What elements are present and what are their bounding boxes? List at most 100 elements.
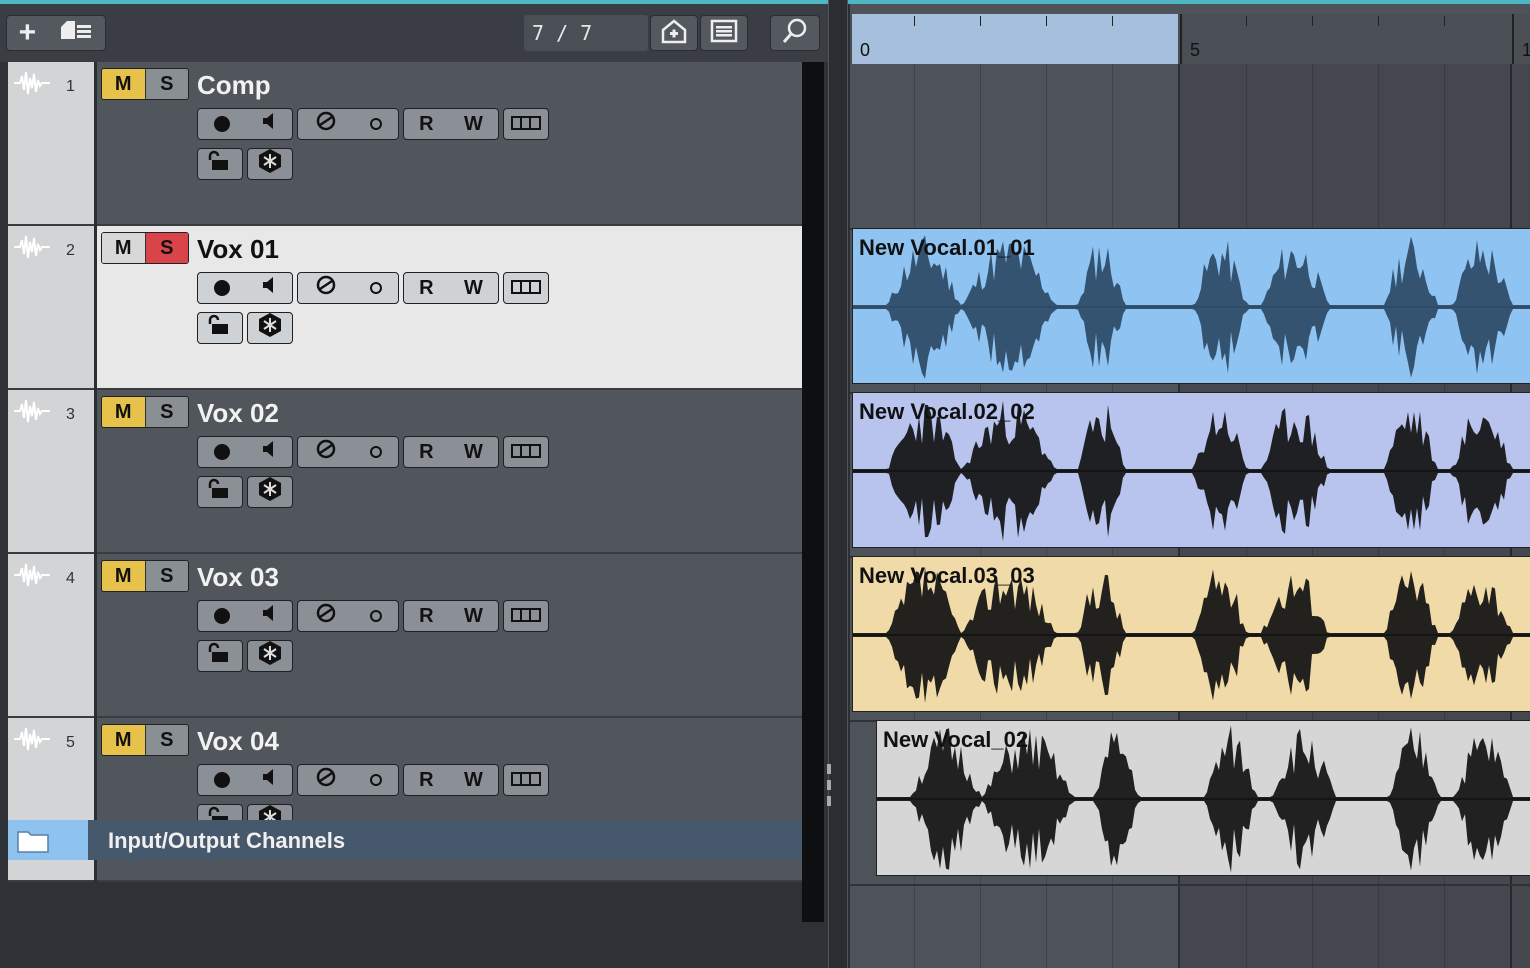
track-row[interactable]: 3 M S Vox 02 R W: [8, 390, 802, 554]
record-enable-icon[interactable]: [213, 116, 230, 132]
audio-event[interactable]: New Vocal.03_03: [852, 556, 1530, 712]
panel-splitter[interactable]: [827, 0, 848, 968]
freeze-icon: [257, 640, 283, 672]
mute-button[interactable]: M: [102, 69, 146, 99]
record-enable-icon[interactable]: [213, 608, 230, 624]
audio-event[interactable]: New Vocal.01_01: [852, 228, 1530, 384]
lock-button[interactable]: [197, 476, 243, 508]
track-version-button[interactable]: [503, 600, 549, 632]
track-version-button[interactable]: [503, 764, 549, 796]
ruler-tick: [914, 16, 915, 26]
edit-channel-icon[interactable]: [315, 602, 337, 630]
monitor-icon[interactable]: [261, 112, 277, 136]
solo-button[interactable]: S: [145, 725, 188, 755]
track-number: 5: [66, 734, 75, 751]
mute-solo-group: M S: [101, 68, 189, 100]
audio-event[interactable]: New Vocal_02: [876, 720, 1530, 876]
edit-channel-icon[interactable]: [315, 274, 337, 302]
mute-button[interactable]: M: [102, 397, 146, 427]
solo-button[interactable]: S: [145, 233, 188, 263]
track-header-strip: 1: [8, 62, 94, 226]
edit-channel-icon[interactable]: [315, 766, 337, 794]
audio-track-icon: [14, 235, 50, 259]
track-name[interactable]: Vox 02: [197, 398, 279, 429]
lanes-icon[interactable]: [369, 282, 382, 294]
ruler-tick: [1312, 16, 1313, 26]
edit-channel-icon[interactable]: [315, 438, 337, 466]
solo-button[interactable]: S: [145, 69, 188, 99]
io-channels-folder-track[interactable]: Input/Output Channels: [8, 820, 802, 860]
folder-icon: [17, 831, 49, 853]
home-icon: [660, 18, 688, 49]
track-visibility-counter[interactable]: 7 / 7: [524, 15, 648, 51]
track-name[interactable]: Vox 03: [197, 562, 279, 593]
lock-button[interactable]: [197, 148, 243, 180]
lanes-icon[interactable]: [369, 446, 382, 458]
track-row[interactable]: 4 M S Vox 03 R W: [8, 554, 802, 718]
record-enable-icon[interactable]: [213, 280, 230, 296]
read-automation-button[interactable]: R: [419, 113, 433, 136]
ruler[interactable]: 0 5 1: [850, 14, 1530, 64]
track-name[interactable]: Vox 04: [197, 726, 279, 757]
ruler-mark: 5: [1190, 40, 1201, 60]
monitor-icon[interactable]: [261, 768, 277, 792]
io-folder-label: Input/Output Channels: [108, 828, 346, 853]
ruler-bar-line: [1512, 14, 1514, 64]
read-automation-button[interactable]: R: [419, 605, 433, 628]
edit-lane-group: [297, 436, 399, 468]
lock-button[interactable]: [197, 312, 243, 344]
lanes-icon[interactable]: [369, 774, 382, 786]
track-controls: M S Vox 02 R W: [97, 390, 802, 554]
track-version-button[interactable]: [503, 436, 549, 468]
solo-button[interactable]: S: [145, 397, 188, 427]
audio-track-icon: [14, 71, 50, 95]
freeze-button[interactable]: [247, 476, 293, 508]
write-automation-button[interactable]: W: [464, 277, 483, 300]
lanes-icon[interactable]: [369, 610, 382, 622]
ruler-bar-line: [1180, 14, 1182, 64]
track-name[interactable]: Vox 01: [197, 234, 279, 265]
freeze-button[interactable]: [247, 312, 293, 344]
event-name: New Vocal_02: [883, 727, 1029, 752]
loop-range[interactable]: [852, 14, 1178, 64]
freeze-button[interactable]: [247, 640, 293, 672]
write-automation-button[interactable]: W: [464, 113, 483, 136]
audio-event[interactable]: New Vocal.02_02: [852, 392, 1530, 548]
event-name: New Vocal.01_01: [859, 235, 1035, 260]
mute-button[interactable]: M: [102, 233, 146, 263]
track-name[interactable]: Comp: [197, 70, 271, 101]
mute-button[interactable]: M: [102, 725, 146, 755]
read-automation-button[interactable]: R: [419, 441, 433, 464]
event-display[interactable]: 0 5 1 New Vocal.01_01 New Vocal.02_02 New …: [850, 4, 1530, 968]
write-automation-button[interactable]: W: [464, 605, 483, 628]
edit-channel-icon[interactable]: [315, 110, 337, 138]
write-automation-button[interactable]: W: [464, 769, 483, 792]
mute-button[interactable]: M: [102, 561, 146, 591]
plus-icon[interactable]: +: [19, 18, 37, 48]
track-version-button[interactable]: [503, 272, 549, 304]
track-list-button[interactable]: [700, 15, 748, 51]
event-name: New Vocal.02_02: [859, 399, 1035, 424]
read-automation-button[interactable]: R: [419, 769, 433, 792]
add-folder-icon[interactable]: [59, 19, 93, 48]
search-button[interactable]: [770, 15, 820, 51]
read-automation-button[interactable]: R: [419, 277, 433, 300]
home-button[interactable]: [650, 15, 698, 51]
track-row[interactable]: 1 M S Comp R W: [8, 62, 802, 226]
lanes-display-icon: [511, 605, 541, 628]
monitor-icon[interactable]: [261, 440, 277, 464]
track-version-button[interactable]: [503, 108, 549, 140]
record-monitor-group: [197, 108, 293, 140]
solo-button[interactable]: S: [145, 561, 188, 591]
lanes-icon[interactable]: [369, 118, 382, 130]
track-row[interactable]: 2 M S Vox 01 R W: [8, 226, 802, 390]
record-enable-icon[interactable]: [213, 772, 230, 788]
lock-button[interactable]: [197, 640, 243, 672]
write-automation-button[interactable]: W: [464, 441, 483, 464]
monitor-icon[interactable]: [261, 276, 277, 300]
track-number: 2: [66, 242, 75, 259]
freeze-button[interactable]: [247, 148, 293, 180]
monitor-icon[interactable]: [261, 604, 277, 628]
lock-icon: [208, 642, 232, 670]
record-enable-icon[interactable]: [213, 444, 230, 460]
